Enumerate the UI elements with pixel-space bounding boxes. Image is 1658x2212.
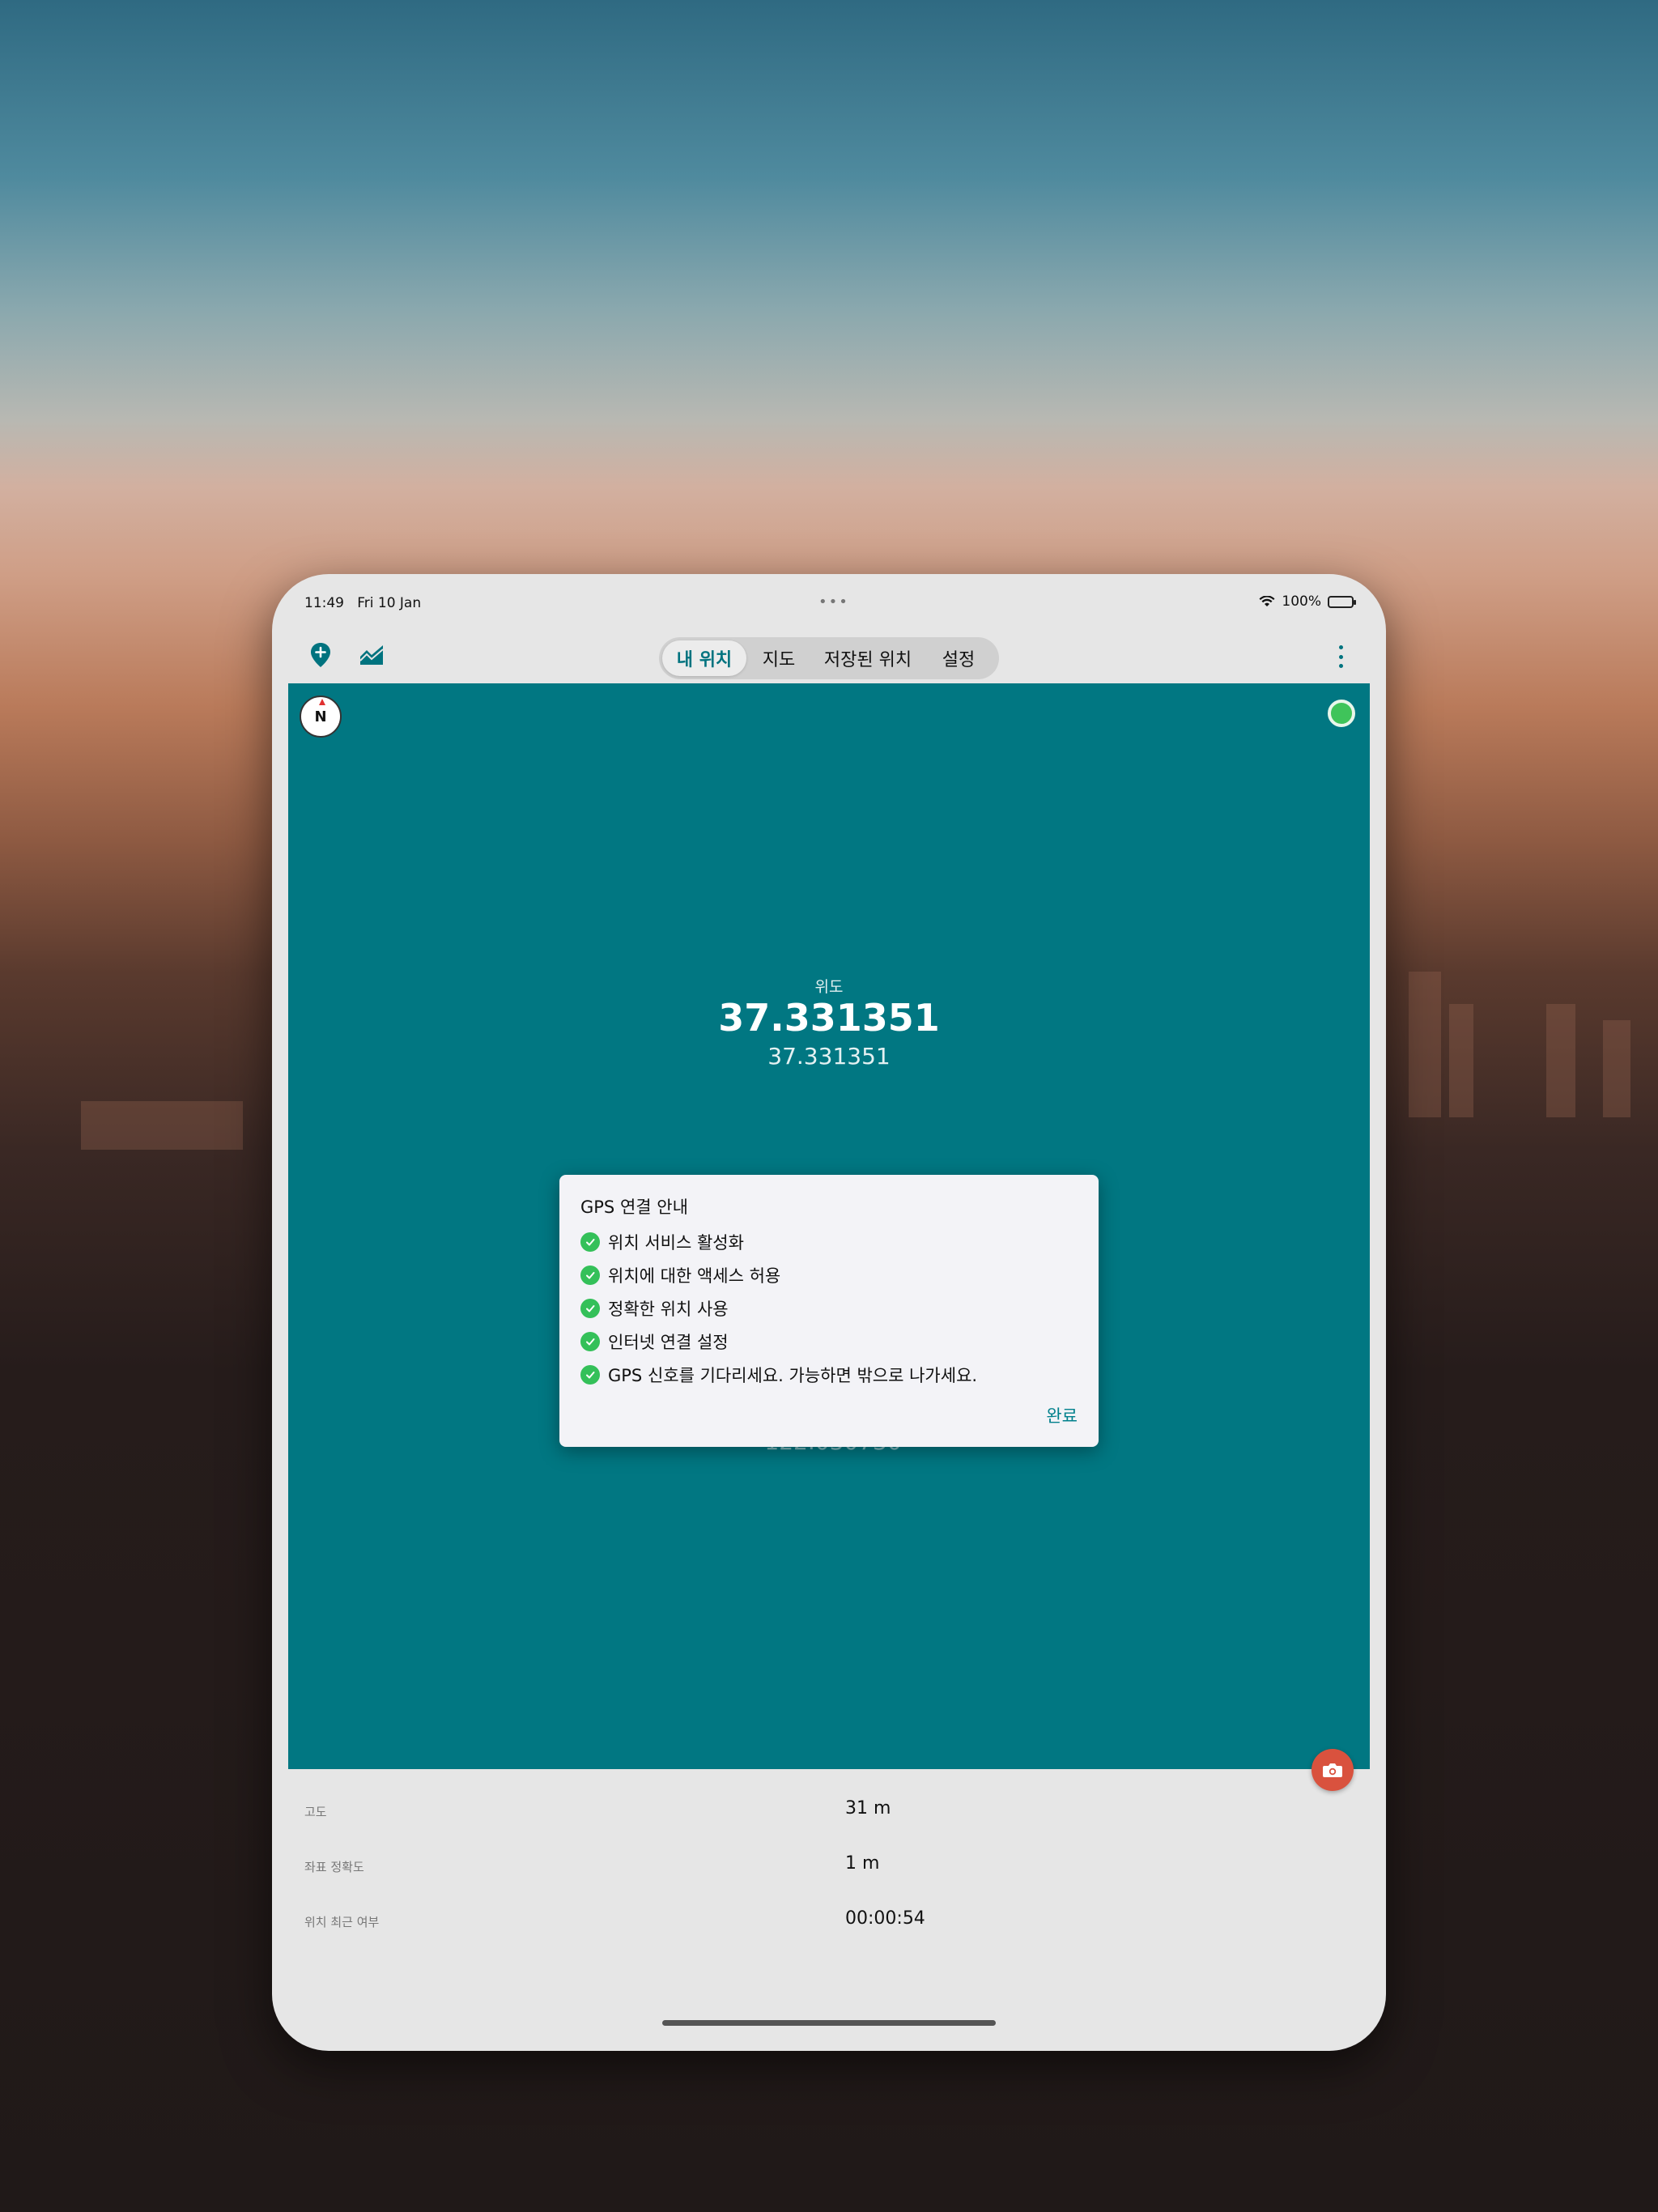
camera-icon xyxy=(1323,1763,1342,1777)
info-label: 고도 xyxy=(304,1805,327,1819)
checklist-item-text: 위치 서비스 활성화 xyxy=(608,1232,744,1253)
gps-status-indicator xyxy=(1328,700,1355,727)
checklist-item: 위치 서비스 활성화 xyxy=(580,1225,977,1258)
info-value: 00:00:54 xyxy=(845,1908,925,1929)
info-value: 1 m xyxy=(845,1853,880,1874)
dialog-title: GPS 연결 안내 xyxy=(580,1197,688,1217)
tab-saved-locations[interactable]: 저장된 위치 xyxy=(811,640,925,676)
status-time-text: 11:49 xyxy=(304,595,344,611)
compass-icon[interactable]: N xyxy=(300,696,342,738)
info-row-accuracy: 좌표 정확도 1 m xyxy=(272,1848,1386,1881)
check-circle-icon xyxy=(580,1331,600,1351)
info-label: 좌표 정확도 xyxy=(304,1860,364,1874)
toolbar: 내 위치 지도 저장된 위치 설정 xyxy=(272,623,1386,687)
battery-percent: 100% xyxy=(1282,593,1321,610)
check-circle-icon xyxy=(580,1364,600,1385)
home-indicator[interactable] xyxy=(662,2020,996,2026)
check-circle-icon xyxy=(580,1298,600,1318)
city-skyline xyxy=(1603,1020,1630,1117)
city-skyline xyxy=(1546,1004,1575,1117)
check-circle-icon xyxy=(580,1265,600,1285)
checklist-item-text: GPS 신호를 기다리세요. 가능하면 밖으로 나가세요. xyxy=(608,1365,978,1385)
main-tab-bar: 내 위치 지도 저장된 위치 설정 xyxy=(659,637,999,679)
camera-button[interactable] xyxy=(1312,1749,1354,1791)
chart-area-icon[interactable] xyxy=(355,639,388,671)
city-skyline xyxy=(1409,972,1441,1117)
checklist-item: 위치에 대한 액세스 허용 xyxy=(580,1258,977,1291)
check-circle-icon xyxy=(580,1231,600,1252)
info-label: 위치 최근 여부 xyxy=(304,1915,380,1929)
tab-map[interactable]: 지도 xyxy=(746,640,811,676)
checklist-item-text: 정확한 위치 사용 xyxy=(608,1299,729,1319)
tab-settings[interactable]: 설정 xyxy=(925,640,993,676)
gps-guide-dialog: GPS 연결 안내 위치 서비스 활성화 위치에 대한 액세스 허용 정확한 위… xyxy=(559,1175,1099,1447)
latitude-label: 위도 xyxy=(814,978,844,996)
checklist-item: GPS 신호를 기다리세요. 가능하면 밖으로 나가세요. xyxy=(580,1358,977,1391)
dialog-done-button[interactable]: 완료 xyxy=(1046,1403,1078,1427)
battery-icon xyxy=(1328,595,1356,608)
map-pin-plus-icon[interactable] xyxy=(304,639,337,671)
latitude-value: 37.331351 xyxy=(718,996,940,1040)
checklist-item-text: 인터넷 연결 설정 xyxy=(608,1332,729,1352)
info-row-recency: 위치 최근 여부 00:00:54 xyxy=(272,1904,1386,1936)
status-date-text: Fri 10 Jan xyxy=(357,595,422,611)
checklist-item-text: 위치에 대한 액세스 허용 xyxy=(608,1266,781,1286)
city-skyline xyxy=(81,1101,243,1150)
multitasking-dots[interactable]: ••• xyxy=(818,593,849,610)
vertical-ellipsis-icon[interactable] xyxy=(1333,640,1349,673)
info-row-altitude: 고도 31 m xyxy=(272,1793,1386,1826)
status-time: 11:49 Fri 10 Jan xyxy=(304,595,421,611)
tab-my-location[interactable]: 내 위치 xyxy=(662,640,746,676)
wifi-icon xyxy=(1259,596,1275,606)
city-skyline xyxy=(1449,1004,1473,1117)
dialog-checklist: 위치 서비스 활성화 위치에 대한 액세스 허용 정확한 위치 사용 인터넷 연… xyxy=(580,1225,977,1391)
info-value: 31 m xyxy=(845,1798,891,1819)
status-indicators: 100% xyxy=(1259,593,1356,610)
latitude-secondary-value: 37.331351 xyxy=(767,1043,891,1070)
checklist-item: 인터넷 연결 설정 xyxy=(580,1325,977,1358)
checklist-item: 정확한 위치 사용 xyxy=(580,1291,977,1325)
